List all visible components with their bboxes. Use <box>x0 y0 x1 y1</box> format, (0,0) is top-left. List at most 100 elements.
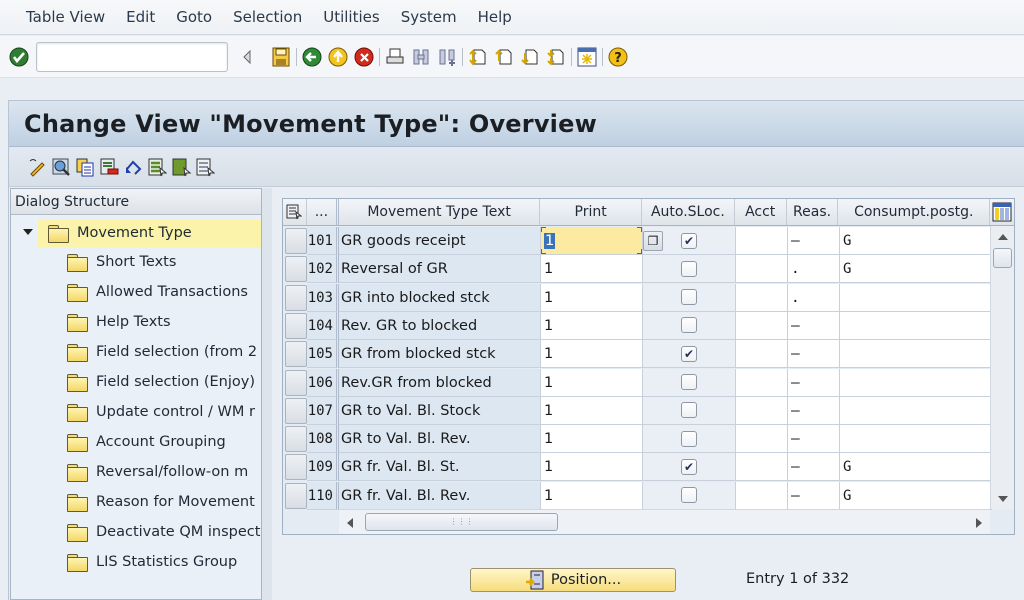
cell-reas[interactable]: – <box>788 481 840 510</box>
command-field[interactable] <box>36 41 228 72</box>
undo-change-icon[interactable] <box>122 156 144 178</box>
horizontal-scrollbar[interactable]: ⋮⋮⋮ <box>339 509 990 534</box>
cell-consumpt-postg[interactable] <box>840 425 992 454</box>
cell-print-input[interactable]: 1 <box>541 368 643 397</box>
back-icon[interactable] <box>301 46 323 68</box>
cell-consumpt-postg[interactable] <box>840 340 992 369</box>
auto-sloc-checkbox[interactable] <box>681 374 697 390</box>
auto-sloc-checkbox[interactable]: ✔ <box>681 458 697 475</box>
cell-print-input[interactable]: 1 <box>541 453 643 482</box>
help-icon[interactable]: ? <box>607 46 629 68</box>
auto-sloc-checkbox[interactable]: ✔ <box>681 345 697 362</box>
cell-print-input[interactable]: 1 <box>541 425 643 454</box>
tree-item-help-texts[interactable]: Help Texts <box>11 307 261 337</box>
cell-acct[interactable] <box>736 481 788 510</box>
scroll-up-icon[interactable] <box>998 234 1008 240</box>
expand-triangle-icon[interactable] <box>23 229 33 235</box>
menu-edit[interactable]: Edit <box>126 8 155 26</box>
panel-splitter[interactable] <box>262 188 272 600</box>
scroll-down-icon[interactable] <box>998 496 1008 502</box>
cancel-icon[interactable] <box>353 46 375 68</box>
vertical-scroll-thumb[interactable] <box>993 248 1012 268</box>
cell-acct[interactable] <box>736 396 788 425</box>
tree-item-field-selection-enjoy[interactable]: Field selection (Enjoy) <box>11 367 261 397</box>
auto-sloc-checkbox[interactable] <box>681 289 697 306</box>
cell-consumpt-postg[interactable]: G <box>840 255 992 284</box>
position-button[interactable]: Position... <box>470 568 676 592</box>
tree-item-field-selection-from[interactable]: Field selection (from 2 <box>11 337 261 367</box>
row-selector[interactable] <box>285 341 307 368</box>
row-selector[interactable] <box>285 454 307 481</box>
tree-item-reversal-follow-on[interactable]: Reversal/follow-on m <box>11 457 261 487</box>
column-header-consumpt-postg[interactable]: Consumpt.postg. <box>838 199 991 225</box>
menu-utilities[interactable]: Utilities <box>323 8 379 26</box>
column-header-print[interactable]: Print <box>540 199 643 225</box>
tree-item-reason-for-movement[interactable]: Reason for Movement <box>11 487 261 517</box>
row-selector[interactable] <box>285 228 307 254</box>
collapse-triangle-icon[interactable] <box>236 46 258 68</box>
cell-consumpt-postg[interactable] <box>840 368 992 397</box>
row-selector[interactable] <box>285 284 307 311</box>
tree-item-movement-type[interactable]: Movement Type <box>38 219 261 247</box>
cell-consumpt-postg[interactable]: G <box>840 227 992 255</box>
cell-reas[interactable]: – <box>788 425 840 454</box>
cell-consumpt-postg[interactable]: G <box>840 453 992 482</box>
first-page-icon[interactable] <box>467 46 489 68</box>
select-all-rows-icon[interactable] <box>283 199 307 225</box>
previous-page-icon[interactable] <box>493 46 515 68</box>
cell-consumpt-postg[interactable]: G <box>840 481 992 510</box>
cell-consumpt-postg[interactable] <box>840 396 992 425</box>
menu-goto[interactable]: Goto <box>176 8 212 26</box>
cell-print-input[interactable]: 1 <box>541 340 643 369</box>
cell-print-input[interactable]: 1 <box>541 481 643 510</box>
vertical-scrollbar[interactable] <box>990 226 1014 509</box>
tree-item-deactivate-qm[interactable]: Deactivate QM inspect <box>11 517 261 547</box>
row-selector[interactable] <box>285 256 307 283</box>
tree-item-lis-statistics-group[interactable]: LIS Statistics Group <box>11 547 261 577</box>
auto-sloc-checkbox[interactable] <box>681 402 697 419</box>
enter-check-icon[interactable] <box>8 46 30 68</box>
scroll-right-icon[interactable] <box>976 518 982 528</box>
new-session-icon[interactable] <box>576 46 598 68</box>
row-selector[interactable] <box>285 482 307 509</box>
tree-item-allowed-transactions[interactable]: Allowed Transactions <box>11 277 261 307</box>
menu-system[interactable]: System <box>401 8 457 26</box>
column-header-auto-sloc[interactable]: Auto.SLoc. <box>642 199 735 225</box>
cell-print-input[interactable]: 1 <box>541 283 643 312</box>
value-help-icon[interactable]: ❐ <box>643 231 663 251</box>
cell-reas[interactable]: – <box>788 227 840 255</box>
cell-acct[interactable] <box>736 255 788 284</box>
display-change-icon[interactable] <box>26 156 48 178</box>
find-next-icon[interactable] <box>436 46 458 68</box>
row-selector[interactable] <box>285 312 307 339</box>
menu-table-view[interactable]: Table View <box>26 8 105 26</box>
table-settings-icon[interactable] <box>990 199 1014 225</box>
column-header-movement-type-text[interactable]: Movement Type Text <box>339 199 541 225</box>
column-header-acct[interactable]: Acct <box>735 199 787 225</box>
auto-sloc-checkbox[interactable] <box>681 430 697 447</box>
copy-as-icon[interactable] <box>74 156 96 178</box>
column-header-movement-type[interactable]: ... <box>307 199 339 225</box>
exit-icon[interactable] <box>327 46 349 68</box>
cell-consumpt-postg[interactable] <box>840 283 992 312</box>
cell-acct[interactable] <box>736 368 788 397</box>
find-icon[interactable] <box>410 46 432 68</box>
cell-acct[interactable] <box>736 453 788 482</box>
cell-reas[interactable]: – <box>788 368 840 397</box>
menu-selection[interactable]: Selection <box>233 8 302 26</box>
details-icon[interactable] <box>50 156 72 178</box>
cell-consumpt-postg[interactable] <box>840 311 992 340</box>
cell-print-input[interactable]: 1 <box>541 255 643 284</box>
print-icon[interactable] <box>384 46 406 68</box>
next-page-icon[interactable] <box>519 46 541 68</box>
tree-item-update-control[interactable]: Update control / WM r <box>11 397 261 427</box>
row-selector[interactable] <box>285 397 307 424</box>
auto-sloc-checkbox[interactable] <box>681 317 697 334</box>
cell-print-input[interactable]: 1 <box>541 396 643 425</box>
tree-item-account-grouping[interactable]: Account Grouping <box>11 427 261 457</box>
tree-item-short-texts[interactable]: Short Texts <box>11 247 261 277</box>
cell-acct[interactable] <box>736 425 788 454</box>
last-page-icon[interactable] <box>545 46 567 68</box>
cell-reas[interactable]: – <box>788 311 840 340</box>
cell-reas[interactable]: – <box>788 453 840 482</box>
